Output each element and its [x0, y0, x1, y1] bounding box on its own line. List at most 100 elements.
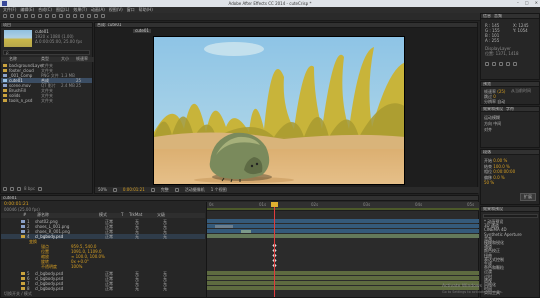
rotate-tool-icon[interactable] [31, 14, 35, 18]
motion-tab-1[interactable]: 效果和预设 [483, 107, 503, 111]
project-tab[interactable]: 项目 [3, 23, 11, 27]
magnification-dropdown[interactable]: 50% [98, 188, 107, 192]
view-dropdown[interactable]: 活动摄像机 [185, 188, 205, 192]
preview-from-current-checkbox[interactable]: 从当前时间 [511, 89, 531, 93]
roto-brush-tool-icon[interactable] [94, 14, 98, 18]
trash-icon[interactable] [38, 187, 43, 191]
menu-file[interactable]: 文件(F) [3, 8, 16, 12]
project-col-size[interactable]: 大小 [61, 57, 76, 62]
selection-tool-icon[interactable] [10, 14, 14, 18]
para-offset-value[interactable]: 0.0 % [493, 175, 504, 180]
menu-help[interactable]: 帮助(H) [139, 8, 153, 12]
composition-tab[interactable]: 合成: cute01 [97, 23, 121, 27]
layer-bar[interactable] [207, 286, 479, 290]
first-frame-icon[interactable] [485, 62, 489, 66]
layer-bar[interactable] [207, 281, 479, 285]
preview-tab[interactable]: 预览 [483, 82, 491, 86]
composition-canvas[interactable] [153, 36, 405, 185]
comp-timecode[interactable]: 0:00:01:21 [123, 188, 145, 192]
clone-tool-icon[interactable] [80, 14, 84, 18]
motion-row-2-label: 方向 [484, 121, 492, 126]
layer-clip[interactable] [241, 230, 251, 233]
minimize-button[interactable]: – [517, 1, 519, 5]
playhead[interactable] [274, 202, 275, 297]
close-button[interactable]: ✕ [535, 1, 538, 5]
col-number[interactable]: # [1, 213, 29, 218]
camera-tool-icon[interactable] [38, 14, 42, 18]
para-end-value[interactable]: 100.0 % [493, 164, 510, 169]
info-tab[interactable]: 信息 [483, 14, 491, 18]
eraser-tool-icon[interactable] [87, 14, 91, 18]
interpret-footage-icon[interactable] [3, 187, 7, 191]
layer-clip[interactable] [215, 225, 233, 228]
col-mode[interactable]: 模式 [99, 213, 121, 218]
property-opacity[interactable]: 不透明度 100% [1, 264, 205, 269]
region-of-interest-icon[interactable] [174, 188, 179, 192]
timeline-toggle-switches[interactable]: 切换开关 / 模式 [4, 292, 32, 296]
prev-frame-icon[interactable] [492, 62, 496, 66]
new-comp-icon[interactable] [17, 187, 21, 191]
menu-animation[interactable]: 动画(A) [91, 8, 105, 12]
layer-bar[interactable] [207, 276, 479, 280]
paragraph-tab[interactable]: 段落 [483, 150, 491, 154]
bit-depth[interactable]: 8 bpc [24, 187, 35, 191]
effects-search-input[interactable] [483, 214, 538, 218]
col-parent[interactable]: 父级 [157, 213, 165, 218]
project-panel-header: 项目 [1, 23, 92, 28]
motion-tab-2[interactable]: 字符 [506, 107, 514, 111]
preview-framerate-value[interactable]: (25) [497, 89, 505, 94]
playhead-handle[interactable] [271, 202, 278, 207]
audio-tab[interactable]: 音频 [494, 14, 502, 18]
work-area-bar[interactable] [207, 208, 479, 210]
zoom-tool-icon[interactable] [24, 14, 28, 18]
resolution-dropdown[interactable]: 完整 [161, 188, 169, 192]
hand-tool-icon[interactable] [17, 14, 21, 18]
maximize-button[interactable]: □ [525, 1, 529, 5]
time-ruler[interactable]: 0s 01s 02s 03s 04s 05s [207, 202, 479, 211]
pen-tool-icon[interactable] [59, 14, 63, 18]
timeline-frames: 00046 (25.00 fps) [4, 207, 40, 212]
menu-edit[interactable]: 编辑(E) [20, 8, 34, 12]
layer-bar[interactable] [207, 271, 479, 275]
rectangle-tool-icon[interactable] [52, 14, 56, 18]
grid-icon[interactable] [112, 188, 117, 192]
effects-presets-tab[interactable]: 效果和预设 [483, 207, 503, 211]
layer-bar[interactable] [207, 224, 479, 228]
composition-subtab[interactable]: cute01 [133, 29, 151, 33]
col-trkmat[interactable]: TrkMat [129, 213, 157, 218]
brush-tool-icon[interactable] [73, 14, 77, 18]
activation-watermark-title: Activate Windows [442, 284, 482, 289]
next-frame-icon[interactable] [506, 62, 510, 66]
expand-button[interactable]: 扩展 [520, 193, 536, 201]
snapshot-icon[interactable] [150, 188, 155, 192]
project-col-rate[interactable]: 帧速率 [76, 57, 91, 62]
col-source-name[interactable]: 源名称 [29, 213, 99, 218]
para-start-value[interactable]: 0.00 % [493, 158, 507, 163]
timeline-tab[interactable]: cute01 [3, 196, 17, 200]
menu-view[interactable]: 视图(V) [109, 8, 123, 12]
layer-bar-selected[interactable] [207, 234, 479, 238]
view-layout-dropdown[interactable]: 1 个视图 [211, 188, 227, 192]
layer-bar[interactable] [207, 219, 479, 223]
play-icon[interactable] [499, 62, 503, 66]
menu-layer[interactable]: 图层(L) [56, 8, 69, 12]
home-tool-icon[interactable] [3, 14, 7, 18]
timeline-track-area[interactable]: 0s 01s 02s 03s 04s 05s [206, 202, 479, 297]
project-search-input[interactable]: ρ [3, 50, 90, 55]
para-phase-value[interactable]: 0:00:00:00 [493, 169, 515, 174]
puppet-tool-icon[interactable] [101, 14, 105, 18]
motion-row-2-value[interactable]: 中间 [493, 121, 501, 126]
menu-effect[interactable]: 效果(T) [73, 8, 87, 12]
para-amount[interactable]: 50 % [484, 180, 494, 185]
project-col-name[interactable]: 名称 [1, 57, 41, 62]
project-item[interactable]: tools_n_psd 文件夹 [1, 98, 92, 103]
menu-window[interactable]: 窗口 [127, 8, 135, 12]
new-folder-icon[interactable] [10, 187, 14, 191]
menu-composition[interactable]: 合成(C) [38, 8, 52, 12]
text-tool-icon[interactable] [66, 14, 70, 18]
last-frame-icon[interactable] [513, 62, 517, 66]
pan-behind-tool-icon[interactable] [45, 14, 49, 18]
project-col-type[interactable]: 类型 [41, 57, 61, 62]
col-t[interactable]: T [121, 213, 129, 218]
preview-resolution-value[interactable]: 自动 [497, 99, 505, 104]
